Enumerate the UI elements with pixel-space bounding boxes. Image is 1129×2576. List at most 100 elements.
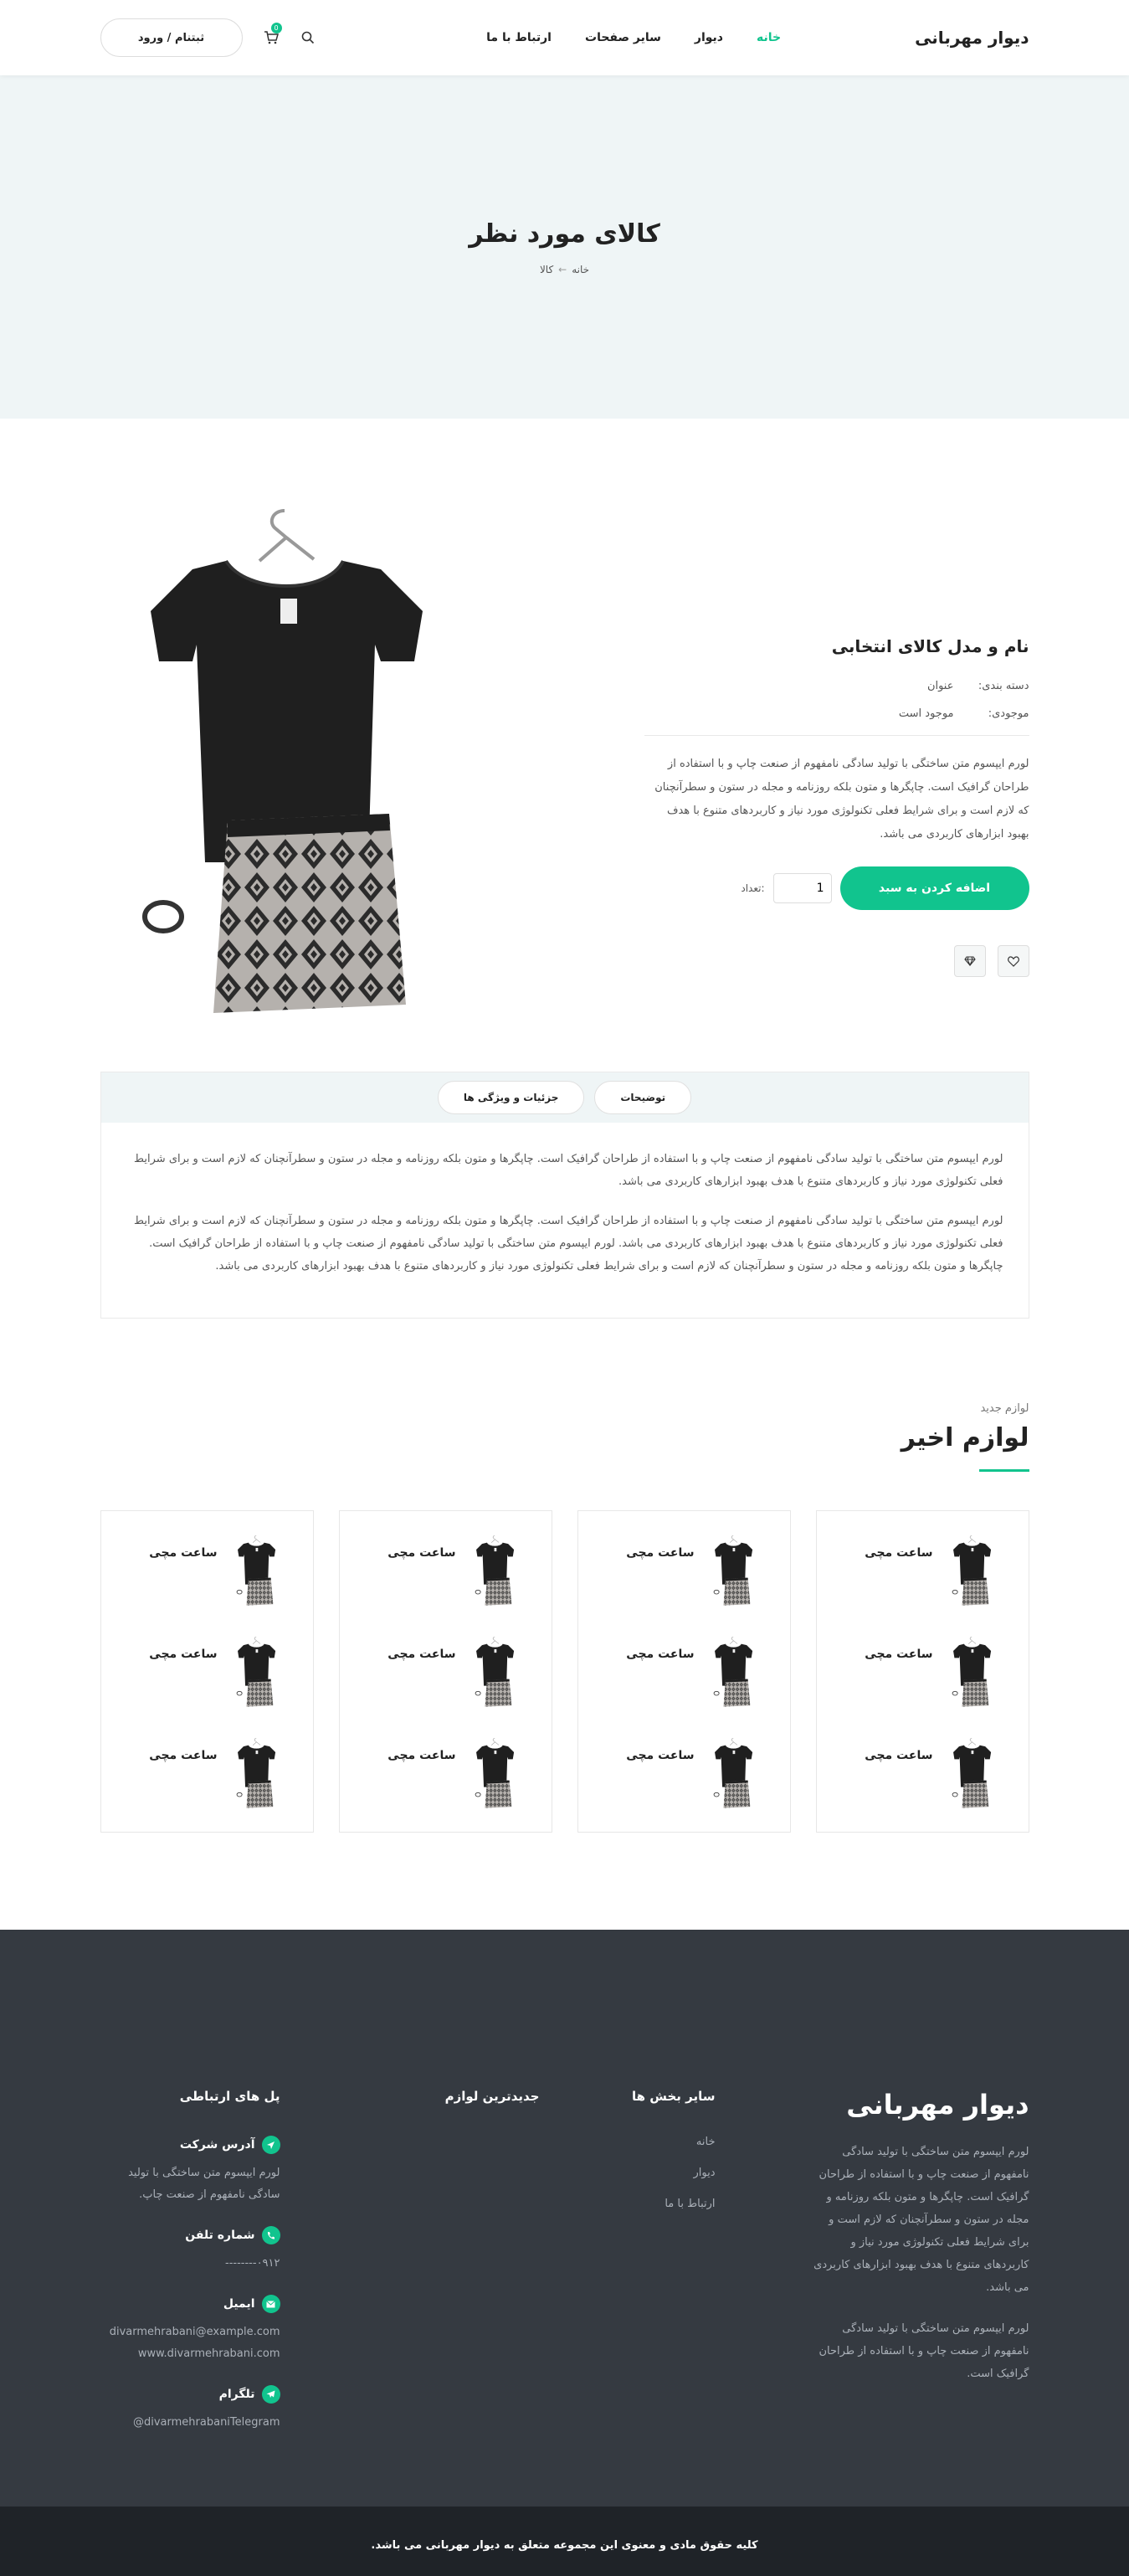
main-nav: خانه دیوار سایر صفحات ارتباط با ما	[486, 31, 781, 44]
footer-about-text: لورم ایپسوم متن ساختگی با تولید سادگی نا…	[813, 2146, 1029, 2294]
tab-content: لورم ایپسوم متن ساختگی با تولید سادگی نا…	[101, 1123, 1029, 1318]
list-item[interactable]: ساعت مچی	[126, 1737, 288, 1838]
section-title: لوازم اخیر	[901, 1423, 1029, 1453]
list-item[interactable]: ساعت مچی	[365, 1737, 526, 1838]
product-thumbnail[interactable]	[706, 1737, 765, 1809]
product-section: نام و مدل کالای انتخابی دسته بندی: عنوان…	[0, 419, 1129, 1072]
product-item-name[interactable]: ساعت مچی	[149, 1648, 217, 1661]
breadcrumb-separator: ←	[558, 263, 567, 275]
login-register-button[interactable]: ثبتنام / ورود	[100, 18, 243, 57]
nav-item-other-pages[interactable]: سایر صفحات	[585, 31, 661, 44]
page-hero: کالای مورد نظر خانه ← کالا	[0, 75, 1129, 419]
product-card: ساعت مچی ساعت مچی ساعت مچی	[100, 1510, 314, 1833]
product-thumbnail[interactable]	[706, 1535, 765, 1607]
product-item-name[interactable]: ساعت مچی	[626, 1749, 694, 1762]
list-item[interactable]: ساعت مچی	[842, 1636, 1003, 1737]
product-category: دسته بندی: عنوان	[926, 680, 1029, 692]
contact-address: آدرس شرکت لورم ایپسوم متن ساختگی با تولی…	[100, 2136, 280, 2206]
footer-link-contact[interactable]: ارتباط با ما	[540, 2198, 715, 2210]
header-tools: 0 ثبتنام / ورود	[100, 18, 316, 57]
product-item-name[interactable]: ساعت مچی	[149, 1749, 217, 1762]
product-item-name[interactable]: ساعت مچی	[626, 1648, 694, 1661]
product-item-name[interactable]: ساعت مچی	[387, 1546, 455, 1560]
product-thumbnail[interactable]	[229, 1737, 288, 1809]
product-card: ساعت مچی ساعت مچی ساعت مچی	[815, 1510, 1029, 1833]
product-item-name[interactable]: ساعت مچی	[387, 1749, 455, 1762]
list-item[interactable]: ساعت مچی	[842, 1535, 1003, 1636]
product-item-name[interactable]: ساعت مچی	[626, 1546, 694, 1560]
list-item[interactable]: ساعت مچی	[842, 1737, 1003, 1838]
footer-latest-title: جدیدترین لوازم	[444, 2089, 540, 2104]
wishlist-heart-icon[interactable]	[997, 945, 1029, 977]
product-thumbnail[interactable]	[229, 1636, 288, 1708]
list-item[interactable]: ساعت مچی	[603, 1535, 765, 1636]
footer-contact: پل های ارتباطی آدرس شرکت لورم ایپسوم متن…	[100, 2089, 280, 2454]
product-tabs: توضیحات جزئیات و ویژگی ها لورم ایپسوم مت…	[100, 1072, 1029, 1319]
footer-brand: دیوار مهربانی	[846, 2089, 1029, 2121]
product-item-name[interactable]: ساعت مچی	[865, 1648, 932, 1661]
product-thumbnail[interactable]	[229, 1535, 288, 1607]
site-header: دیوار مهربانی خانه دیوار سایر صفحات ارتب…	[0, 0, 1129, 75]
divider	[644, 735, 1029, 736]
list-item[interactable]: ساعت مچی	[603, 1737, 765, 1838]
telegram-icon	[261, 2385, 280, 2404]
footer-sections: سایر بخش ها خانه دیوار ارتباط با ما	[540, 2089, 716, 2454]
product-stock: موجودی: موجود است	[898, 707, 1029, 720]
tab-details[interactable]: جزئیات و ویژگی ها	[437, 1081, 585, 1114]
product-thumbnail[interactable]	[706, 1636, 765, 1708]
product-thumbnail[interactable]	[468, 1535, 526, 1607]
list-item[interactable]: ساعت مچی	[126, 1535, 288, 1636]
product-info: نام و مدل کالای انتخابی دسته بندی: عنوان…	[644, 502, 1029, 1021]
footer-contact-title: پل های ارتباطی	[179, 2089, 280, 2104]
search-icon[interactable]	[300, 29, 316, 46]
product-image	[100, 502, 502, 1021]
product-card: ساعت مچی ساعت مچی ساعت مچی	[577, 1510, 791, 1833]
tab-description[interactable]: توضیحات	[594, 1081, 692, 1114]
product-thumbnail[interactable]	[945, 1737, 1003, 1809]
product-thumbnail[interactable]	[468, 1636, 526, 1708]
diamond-icon[interactable]	[953, 945, 986, 977]
breadcrumb: خانه ← کالا	[540, 264, 589, 275]
add-to-cart-button[interactable]: اضافه کردن به سبد	[839, 866, 1029, 910]
location-arrow-icon	[261, 2136, 280, 2154]
product-description: لورم ایپسوم متن ساختگی با تولید سادگی نا…	[654, 758, 1029, 841]
nav-item-contact[interactable]: ارتباط با ما	[486, 31, 552, 44]
tabs-header: توضیحات جزئیات و ویژگی ها	[100, 1072, 1029, 1123]
breadcrumb-home[interactable]: خانه	[572, 264, 589, 275]
quantity-label: :تعداد	[741, 882, 765, 894]
product-cards: ساعت مچی ساعت مچی ساعت مچی ساعت مچی ساعت مچی…	[100, 1510, 1029, 1833]
site-footer: دیوار مهربانی لورم ایپسوم متن ساختگی با …	[0, 1930, 1129, 2507]
breadcrumb-current: کالا	[539, 263, 554, 275]
product-item-name[interactable]: ساعت مچی	[865, 1749, 932, 1762]
contact-telegram: تلگرام divarmehrabaniTelegram@	[100, 2385, 280, 2434]
site-logo[interactable]: دیوار مهربانی	[915, 28, 1029, 48]
list-item[interactable]: ساعت مچی	[126, 1636, 288, 1737]
nav-item-wall[interactable]: دیوار	[695, 31, 723, 44]
footer-link-home[interactable]: خانه	[540, 2136, 716, 2148]
quantity-input[interactable]	[772, 873, 832, 903]
footer-sections-title: سایر بخش ها	[632, 2089, 716, 2104]
cart-row: اضافه کردن به سبد :تعداد	[644, 866, 1029, 910]
contact-phone: شماره تلفن ۰۹۱۲--------	[100, 2226, 280, 2275]
recent-products: لوازم جدید لوازم اخیر ساعت مچی ساعت مچی سا…	[0, 1319, 1129, 1930]
footer-about-text: لورم ایپسوم متن ساختگی با تولید سادگی نا…	[819, 2322, 1029, 2380]
page-title: کالای مورد نظر	[469, 219, 660, 249]
product-thumbnail[interactable]	[945, 1535, 1003, 1607]
product-card: ساعت مچی ساعت مچی ساعت مچی	[338, 1510, 552, 1833]
product-item-name[interactable]: ساعت مچی	[149, 1546, 217, 1560]
phone-icon	[261, 2226, 280, 2244]
cart-count-badge: 0	[270, 23, 282, 33]
list-item[interactable]: ساعت مچی	[603, 1636, 765, 1737]
envelope-icon	[261, 2295, 280, 2313]
product-item-name[interactable]: ساعت مچی	[865, 1546, 932, 1560]
product-thumbnail[interactable]	[468, 1737, 526, 1809]
nav-item-home[interactable]: خانه	[757, 31, 781, 44]
cart-icon[interactable]: 0	[263, 23, 282, 46]
list-item[interactable]: ساعت مچی	[365, 1636, 526, 1737]
product-thumbnail[interactable]	[945, 1636, 1003, 1708]
product-item-name[interactable]: ساعت مچی	[387, 1648, 455, 1661]
list-item[interactable]: ساعت مچی	[365, 1535, 526, 1636]
title-underline	[978, 1469, 1029, 1472]
footer-latest: جدیدترین لوازم	[389, 2089, 540, 2454]
footer-link-wall[interactable]: دیوار	[540, 2167, 715, 2179]
